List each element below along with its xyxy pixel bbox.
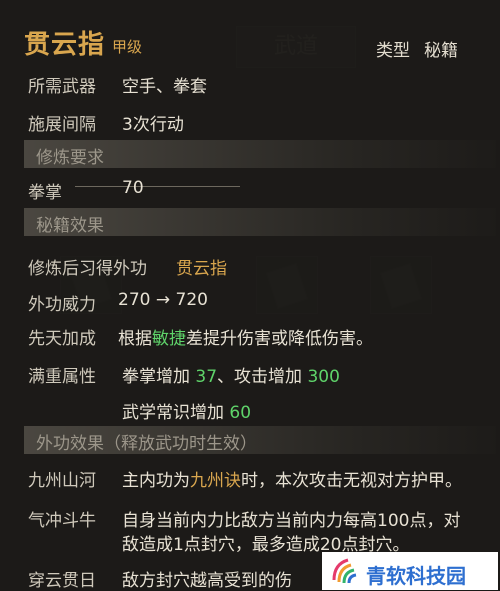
- effect-1-suffix: 时，本次攻击无视对方护甲。: [241, 471, 462, 491]
- effect-2-line-1: 自身当前内力比敌方当前内力每高100点，对: [122, 511, 461, 531]
- full-line-1: 拳掌增加 37、攻击增加 300: [122, 362, 340, 387]
- innate-suffix: 差提升伤害或降低伤害。: [186, 329, 373, 349]
- interval-label: 施展间隔: [28, 115, 96, 135]
- weapon-value: 空手、拳套: [122, 77, 207, 97]
- effect-1-text: 主内功为九州诀时，本次攻击无视对方护甲。: [122, 466, 462, 491]
- section-training: 修炼要求: [24, 140, 496, 168]
- full-line-2: 武学常识增加 60: [122, 398, 251, 423]
- section-manual: 秘籍效果: [24, 208, 496, 236]
- full-label: 满重属性: [28, 367, 96, 387]
- section-effects-title: 外功效果（释放武功时生效）: [36, 434, 257, 454]
- effect-1-highlight: 九州诀: [190, 471, 241, 491]
- effect-1-prefix: 主内功为: [122, 471, 190, 491]
- watermark-logo-icon: [332, 558, 357, 584]
- section-effects: 外功效果（释放武功时生效）: [24, 426, 496, 454]
- type-value: 秘籍: [424, 41, 458, 61]
- full-1-value: 37: [195, 367, 218, 387]
- skill-bar: [75, 186, 240, 187]
- full-2-prefix: 武学常识增加: [122, 403, 224, 423]
- effect-1-label: 九州山河: [28, 471, 96, 491]
- full-1-mid: 、攻击增加: [217, 367, 303, 387]
- power-label: 外功威力: [28, 295, 96, 315]
- innate-text: 根据敏捷差提升伤害或降低伤害。: [118, 324, 373, 349]
- innate-stat: 敏捷: [152, 329, 186, 349]
- learn-label: 修炼后习得外功: [28, 259, 147, 279]
- innate-label: 先天加成: [28, 329, 96, 349]
- item-title: 贯云指: [24, 30, 106, 60]
- skill-value: 70: [122, 178, 144, 198]
- type-label: 类型: [376, 41, 410, 61]
- item-tooltip-panel: 贯云指 甲级 类型 秘籍 所需武器 空手、拳套 施展间隔 3次行动 修炼要求 拳…: [0, 0, 500, 591]
- effect-3-line-1: 敌方封穴越高受到的伤: [122, 571, 292, 591]
- full-1-value2: 300: [307, 367, 340, 387]
- section-training-title: 修炼要求: [36, 148, 104, 168]
- learn-value: 贯云指: [176, 259, 227, 279]
- effect-2-label: 气冲斗牛: [28, 511, 96, 531]
- section-manual-title: 秘籍效果: [36, 216, 104, 236]
- weapon-label: 所需武器: [28, 77, 96, 97]
- power-value: 270 → 720: [118, 290, 208, 310]
- interval-value: 3次行动: [122, 115, 184, 135]
- item-grade: 甲级: [112, 38, 143, 56]
- watermark: 青软科技园: [322, 552, 498, 590]
- full-2-value: 60: [229, 403, 252, 423]
- skill-label: 拳掌: [28, 183, 62, 203]
- effect-3-label: 穿云贯日: [28, 571, 96, 591]
- full-1-prefix: 拳掌增加: [122, 367, 190, 387]
- innate-prefix: 根据: [118, 329, 152, 349]
- watermark-text: 青软科技园: [366, 564, 466, 588]
